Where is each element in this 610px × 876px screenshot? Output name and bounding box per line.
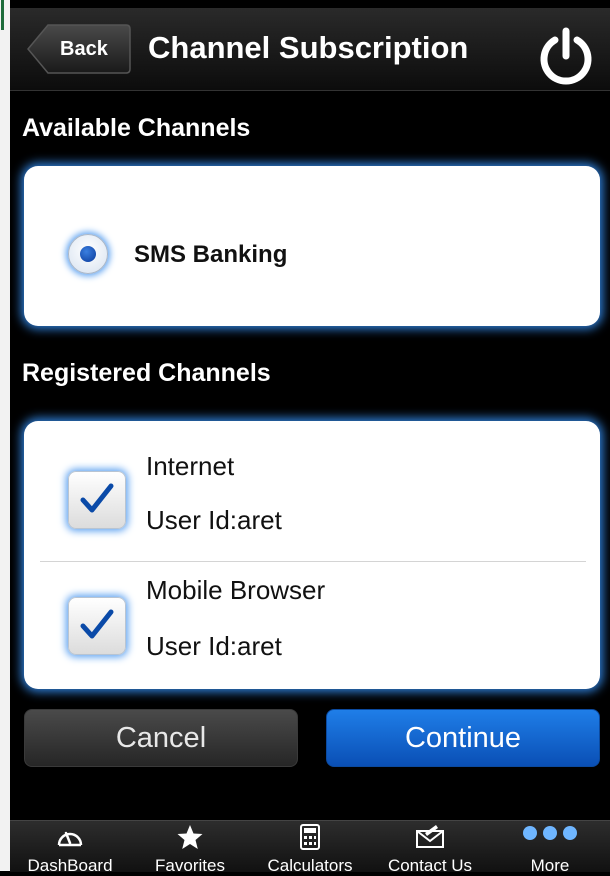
tab-label: More bbox=[530, 856, 570, 875]
edge-marker bbox=[1, 0, 4, 30]
available-channels-panel: SMS Banking bbox=[24, 166, 600, 326]
navigation-bar: Back Channel Subscription bbox=[10, 8, 610, 91]
channel-user-id: User Id:aret bbox=[146, 505, 282, 535]
internet-checkbox[interactable] bbox=[68, 471, 126, 529]
tab-label: Contact Us bbox=[387, 856, 473, 875]
tab-label: DashBoard bbox=[27, 856, 113, 875]
channel-row-mobile-browser: Mobile Browser User Id:aret bbox=[24, 561, 600, 687]
tab-favorites[interactable]: Favorites bbox=[130, 821, 250, 875]
mobile-browser-checkbox[interactable] bbox=[68, 597, 126, 655]
channel-user-id: User Id:aret bbox=[146, 631, 282, 661]
registered-channels-heading: Registered Channels bbox=[22, 359, 271, 387]
channel-row-internet: Internet User Id:aret bbox=[24, 421, 600, 547]
tab-more[interactable]: More bbox=[490, 821, 610, 875]
registered-channels-panel: Internet User Id:aret Mobile Browser Use… bbox=[24, 421, 600, 689]
channel-name: Internet bbox=[146, 451, 235, 481]
back-button-label: Back bbox=[60, 38, 108, 60]
tab-contact-us[interactable]: Contact Us bbox=[370, 821, 490, 875]
tab-label: Calculators bbox=[267, 856, 353, 875]
available-channels-heading: Available Channels bbox=[22, 114, 251, 142]
cancel-button[interactable]: Cancel bbox=[24, 709, 298, 767]
checkmark-icon bbox=[80, 609, 114, 639]
window-edge bbox=[0, 0, 10, 871]
app-screen: Back Channel Subscription Available Chan… bbox=[10, 0, 610, 875]
radio-selected-dot bbox=[80, 246, 96, 262]
tab-bar: DashBoard Favorites Calculators Contact … bbox=[10, 820, 610, 875]
sms-banking-radio[interactable] bbox=[68, 234, 108, 274]
dashboard-gauge-icon bbox=[10, 823, 130, 851]
tab-calculators[interactable]: Calculators bbox=[250, 821, 370, 875]
more-dots-icon bbox=[490, 823, 610, 851]
page-title: Channel Subscription bbox=[148, 30, 469, 65]
continue-button[interactable]: Continue bbox=[326, 709, 600, 767]
checkmark-icon bbox=[80, 483, 114, 513]
channel-name: Mobile Browser bbox=[146, 575, 326, 605]
star-icon bbox=[130, 823, 250, 851]
calculator-icon bbox=[250, 823, 370, 851]
sms-banking-label: SMS Banking bbox=[134, 241, 288, 268]
power-icon[interactable] bbox=[536, 26, 596, 86]
envelope-icon bbox=[370, 823, 490, 851]
tab-dashboard[interactable]: DashBoard bbox=[10, 821, 130, 875]
back-button[interactable]: Back bbox=[26, 23, 132, 75]
tab-label: Favorites bbox=[155, 856, 225, 875]
